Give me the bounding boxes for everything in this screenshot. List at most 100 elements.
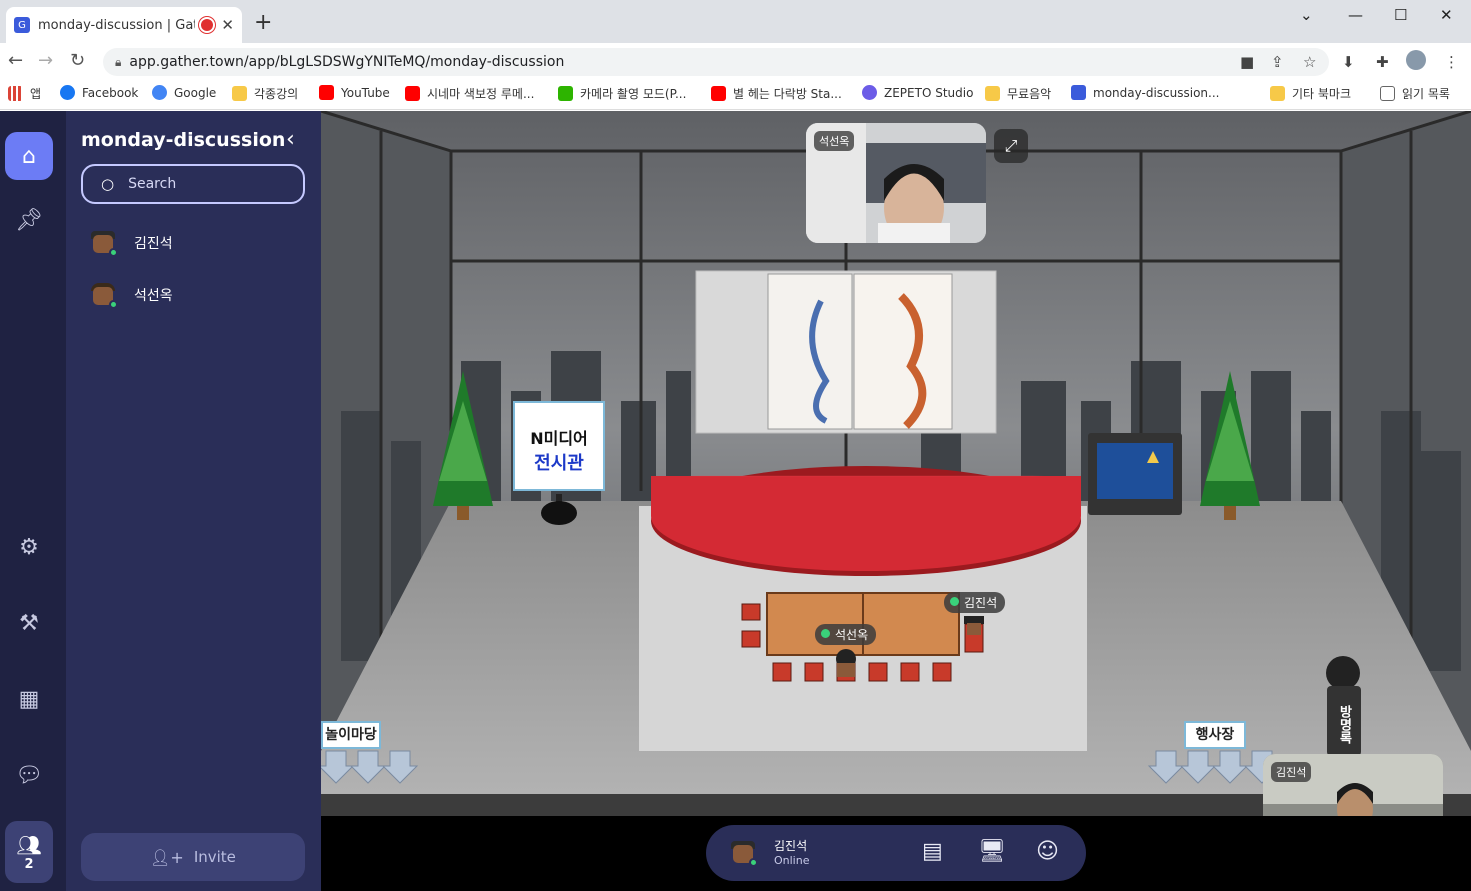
chat-icon: 💬︎ bbox=[15, 762, 43, 788]
player-status-bar: 김진석 Online ▤ 🖥︎ ☺ bbox=[706, 825, 1086, 881]
screen-share-button[interactable]: 🖥︎ bbox=[978, 839, 1006, 864]
youtube-icon bbox=[405, 86, 420, 101]
tab-close-icon[interactable]: ✕ bbox=[221, 16, 234, 34]
star-icon[interactable]: ☆ bbox=[1303, 53, 1316, 71]
tab-search-icon[interactable]: ⌄ bbox=[1300, 6, 1313, 24]
bookmark-apps[interactable]: 앱 bbox=[8, 85, 41, 102]
facebook-icon bbox=[60, 85, 75, 100]
menu-icon[interactable]: ⋮ bbox=[1444, 53, 1459, 71]
chat-button[interactable]: 💬︎ bbox=[5, 751, 53, 799]
online-dot bbox=[749, 858, 758, 867]
add-user-icon: 👤︎+ bbox=[150, 847, 184, 867]
back-icon[interactable]: ← bbox=[8, 50, 23, 71]
home-button[interactable]: ⌂ bbox=[5, 132, 53, 180]
video-tile[interactable]: 석선옥 bbox=[806, 123, 986, 243]
bookmark-camera[interactable]: 카메라 촬영 모드(P... bbox=[558, 85, 686, 102]
folder-icon bbox=[1270, 86, 1285, 101]
search-input[interactable] bbox=[126, 175, 277, 193]
build-button[interactable]: ⚒ bbox=[5, 599, 53, 647]
share-icon[interactable]: ⇪ bbox=[1271, 53, 1284, 71]
search-box[interactable]: ○ bbox=[81, 164, 305, 204]
gear-icon: ⚙ bbox=[19, 534, 39, 560]
guestbook-sign[interactable]: 방명록 bbox=[1327, 693, 1361, 755]
expand-video-button[interactable]: ⤢ bbox=[994, 129, 1028, 163]
browser-tab-bar: G monday-discussion | Gather ✕ + ⌄ — ☐ ✕ bbox=[0, 0, 1471, 43]
self-status[interactable]: Online bbox=[774, 854, 809, 867]
sign-line-top: N미디어 bbox=[530, 429, 588, 448]
member-name: 김진석 bbox=[134, 236, 173, 252]
invite-button[interactable]: 👤︎+ Invite bbox=[81, 833, 305, 881]
map-button[interactable]: ▤ bbox=[922, 839, 943, 864]
url-field[interactable]: 🔒︎ app.gather.town/app/bLgLSDSWgYNITeMQ/… bbox=[103, 48, 1329, 76]
online-dot bbox=[109, 300, 118, 309]
zepeto-icon bbox=[862, 85, 877, 100]
youtube-icon bbox=[711, 86, 726, 101]
bookmark-zepeto[interactable]: ZEPETO Studio bbox=[862, 85, 973, 100]
calendar-button[interactable]: ▦ bbox=[5, 675, 53, 723]
member-name: 석선옥 bbox=[134, 288, 173, 304]
people-icon: 👥︎ bbox=[16, 832, 42, 857]
online-dot bbox=[109, 248, 118, 257]
side-panel: monday-discussion ‹ ○ 김진석 석선옥 👤︎+ Invite bbox=[66, 111, 321, 891]
participants-button[interactable]: 👥︎ 2 bbox=[5, 821, 53, 883]
bookmark-folder-music[interactable]: 무료음악 bbox=[985, 85, 1051, 102]
player-label: 김진석 bbox=[944, 592, 1006, 613]
nav-rail: ⌂ 📌︎ ⚙ ⚒ ▦ 💬︎ 👥︎ 2 bbox=[0, 111, 66, 891]
minimize-button[interactable]: — bbox=[1348, 6, 1363, 24]
puzzle-icon[interactable]: ✚ bbox=[1376, 53, 1389, 71]
video-name-label: 김진석 bbox=[1271, 762, 1312, 782]
member-item[interactable]: 김진석 bbox=[90, 229, 173, 257]
reading-list-icon bbox=[1380, 86, 1395, 101]
bookmark-cinema[interactable]: 시네마 색보정 루메... bbox=[405, 85, 534, 102]
avatar bbox=[90, 229, 118, 257]
bottom-bar: 김진석 Online ▤ 🖥︎ ☺ bbox=[321, 816, 1471, 891]
profile-avatar[interactable] bbox=[1406, 50, 1426, 70]
blog-icon bbox=[558, 86, 573, 101]
video-name-label: 석선옥 bbox=[814, 131, 855, 151]
bookmarks-bar: 앱 Facebook Google 각종강의 YouTube 시네마 색보정 루… bbox=[0, 79, 1471, 110]
invite-label: Invite bbox=[193, 848, 236, 866]
self-name: 김진석 bbox=[774, 839, 808, 853]
apps-grid-icon bbox=[8, 86, 23, 101]
bookmark-monday[interactable]: monday-discussion... bbox=[1071, 85, 1219, 100]
reading-list[interactable]: 읽기 목록 bbox=[1380, 85, 1450, 102]
bookmark-google[interactable]: Google bbox=[152, 85, 216, 100]
portal-sign-left[interactable]: 놀이마당 bbox=[321, 721, 381, 749]
home-icon: ⌂ bbox=[22, 143, 36, 169]
browser-tab[interactable]: G monday-discussion | Gather ✕ bbox=[6, 7, 242, 43]
exhibit-sign[interactable]: N미디어 전시관 bbox=[513, 401, 605, 491]
portal-sign-right[interactable]: 행사장 bbox=[1184, 721, 1246, 749]
pin-icon: 📌︎ bbox=[15, 207, 43, 233]
self-avatar[interactable] bbox=[730, 839, 758, 867]
member-item[interactable]: 석선옥 bbox=[90, 281, 173, 309]
sign-line-bottom: 전시관 bbox=[534, 453, 584, 474]
calendar-icon: ▦ bbox=[18, 686, 40, 712]
self-video-tile[interactable]: 김진석 bbox=[1263, 754, 1443, 816]
bookmark-facebook[interactable]: Facebook bbox=[60, 85, 138, 100]
forward-icon[interactable]: → bbox=[38, 50, 53, 71]
gather-favicon-icon bbox=[1071, 85, 1086, 100]
folder-icon bbox=[232, 86, 247, 101]
collapse-panel-icon[interactable]: ‹ bbox=[286, 127, 295, 152]
reload-icon[interactable]: ↻ bbox=[70, 50, 85, 71]
camera-icon[interactable]: ■ bbox=[1240, 53, 1254, 71]
bookmark-folder-lectures[interactable]: 각종강의 bbox=[232, 85, 298, 102]
smile-icon: ☺ bbox=[1036, 839, 1059, 864]
settings-button[interactable]: ⚙ bbox=[5, 523, 53, 571]
close-window-button[interactable]: ✕ bbox=[1440, 6, 1453, 24]
extension-download-icon[interactable]: ⬇ bbox=[1342, 53, 1355, 71]
player-label: 석선옥 bbox=[815, 624, 877, 645]
bookmark-youtube[interactable]: YouTube bbox=[319, 85, 390, 100]
new-tab-button[interactable]: + bbox=[254, 12, 272, 34]
emote-button[interactable]: ☺ bbox=[1036, 839, 1059, 864]
recording-icon bbox=[201, 19, 214, 31]
google-icon bbox=[152, 85, 167, 100]
address-bar-row: ← → ↻ 🔒︎ app.gather.town/app/bLgLSDSWgYN… bbox=[0, 43, 1471, 79]
bookmark-folder-other[interactable]: 기타 북마크 bbox=[1270, 85, 1351, 102]
bookmark-attic[interactable]: 별 헤는 다락방 Sta... bbox=[711, 85, 842, 102]
lock-icon: 🔒︎ bbox=[115, 54, 122, 69]
maximize-button[interactable]: ☐ bbox=[1394, 6, 1407, 24]
avatar bbox=[90, 281, 118, 309]
game-map[interactable]: N미디어 전시관 김진석 석선옥 놀이마당 행사장 방명록 석선옥 ⤢ 김진석 bbox=[321, 111, 1471, 816]
pin-button[interactable]: 📌︎ bbox=[5, 196, 53, 244]
